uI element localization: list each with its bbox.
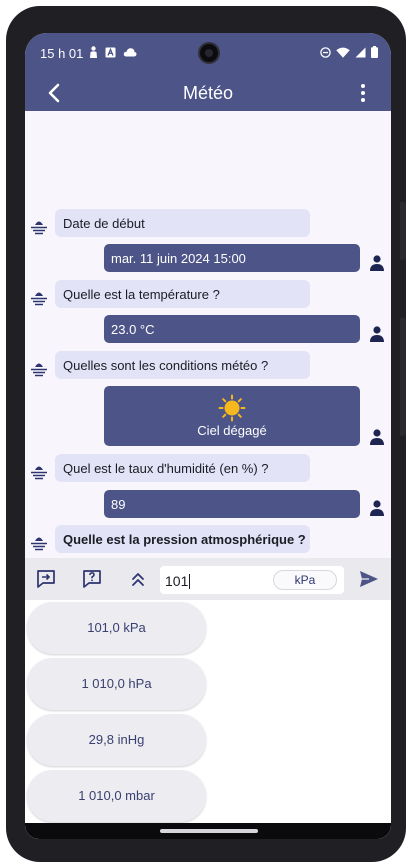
bot-message: Quelles sont les conditions météo ? — [55, 351, 310, 379]
more-vert-icon[interactable] — [359, 82, 367, 104]
bot-message: Quelle est la température ? — [55, 280, 310, 308]
home-handle[interactable] — [160, 829, 258, 833]
sun-icon — [218, 394, 246, 422]
bot-message: Date de début — [55, 209, 310, 237]
battery-icon — [371, 46, 378, 58]
suggestion-chip[interactable]: 101,0 kPa — [27, 602, 206, 654]
unit-selector[interactable]: kPa — [273, 570, 337, 590]
status-system-icons — [320, 46, 378, 58]
value-input[interactable]: 101 kPa — [160, 566, 344, 594]
gesture-nav-bar — [25, 823, 391, 839]
suggestion-chip[interactable]: 1 010,0 hPa — [27, 658, 206, 710]
user-weather-message: Ciel dégagé — [104, 386, 360, 446]
weather-bot-icon — [31, 221, 47, 235]
screen: 15 h 01 Météo Date de début mar. 11 juin… — [25, 33, 391, 839]
status-time: 15 h 01 — [40, 46, 84, 61]
person-icon — [90, 46, 97, 58]
user-message: 89 — [104, 490, 360, 518]
question-icon[interactable] — [81, 568, 103, 590]
front-camera — [198, 42, 220, 64]
chat-conversation: Date de début mar. 11 juin 2024 15:00 Qu… — [25, 111, 391, 558]
weather-bot-icon — [31, 537, 47, 551]
person-icon — [370, 429, 384, 445]
text-caret — [189, 574, 191, 589]
phone-frame: 15 h 01 Météo Date de début mar. 11 juin… — [6, 6, 406, 862]
cloud-icon — [123, 48, 137, 57]
font-a-icon — [105, 47, 116, 57]
app-bar: Météo — [25, 75, 391, 111]
status-notification-icons — [89, 46, 137, 58]
do-not-disturb-icon — [320, 46, 331, 58]
bot-message: Quel est le taux d'humidité (en %) ? — [55, 454, 310, 482]
person-icon — [370, 326, 384, 342]
user-message: 23.0 °C — [104, 315, 360, 343]
weather-bot-icon — [31, 363, 47, 377]
power-button — [400, 318, 406, 436]
weather-condition-label: Ciel dégagé — [197, 423, 267, 438]
status-bar: 15 h 01 — [25, 33, 391, 75]
suggestion-chip[interactable]: 1 010,0 mbar — [27, 770, 206, 822]
insert-comment-icon[interactable] — [35, 568, 57, 590]
bot-current-question: Quelle est la pression atmosphérique ? — [55, 525, 310, 553]
input-toolbar: 101 kPa — [25, 558, 391, 600]
send-icon[interactable] — [358, 568, 380, 590]
value-input-text[interactable]: 101 — [165, 573, 191, 589]
wifi-icon — [336, 47, 350, 58]
person-icon — [370, 500, 384, 516]
signal-icon — [355, 47, 366, 57]
person-icon — [370, 255, 384, 271]
weather-bot-icon — [31, 292, 47, 306]
suggestions-panel: 101,0 kPa 1 010,0 hPa 29,8 inHg 1 010,0 … — [25, 600, 391, 839]
user-message: mar. 11 juin 2024 15:00 — [104, 244, 360, 272]
page-title: Météo — [182, 83, 234, 103]
suggestion-chip[interactable]: 29,8 inHg — [27, 714, 206, 766]
double-chevron-up-icon[interactable] — [127, 568, 149, 590]
volume-button — [400, 202, 406, 260]
weather-bot-icon — [31, 466, 47, 480]
